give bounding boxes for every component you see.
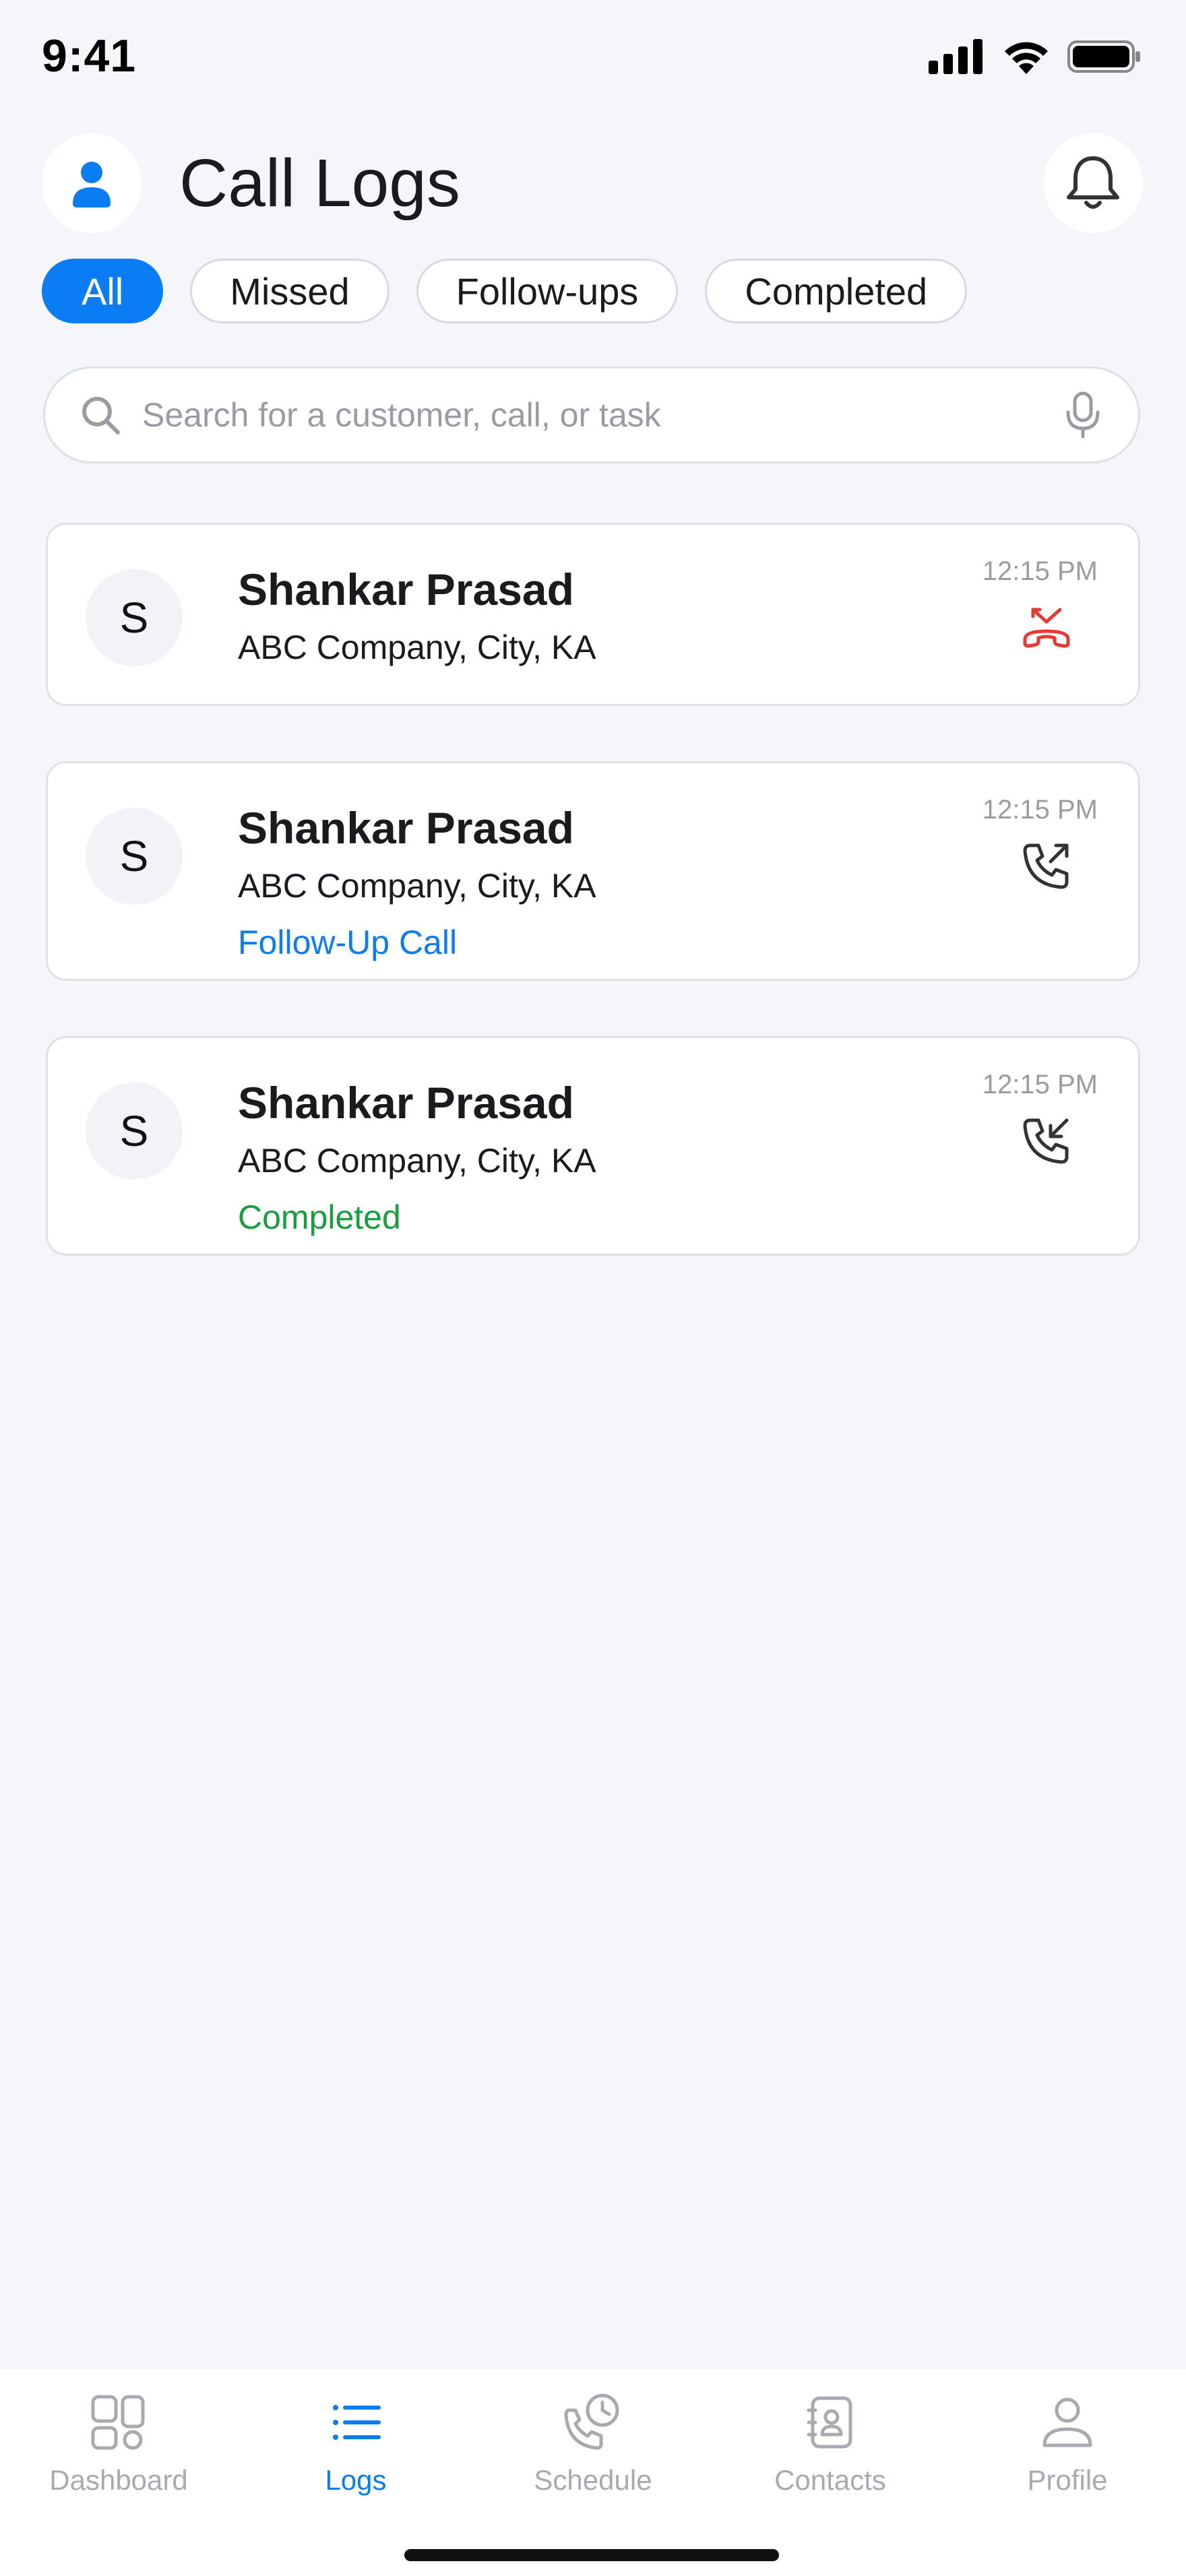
filter-chip-follow-ups[interactable]: Follow-ups [416, 259, 679, 323]
filter-chip-missed[interactable]: Missed [190, 259, 389, 323]
incoming-call-icon [1023, 1118, 1069, 1164]
status-bar: 9:41 [0, 0, 1186, 115]
bell-icon [1067, 156, 1119, 209]
contact-avatar: S [86, 569, 183, 666]
nav-item-contacts[interactable]: Contacts [712, 2370, 949, 2518]
call-time: 12:15 PM [982, 556, 1098, 586]
status-time: 9:41 [42, 30, 137, 82]
notifications-button[interactable] [1043, 133, 1143, 233]
outgoing-call-icon [1023, 843, 1069, 889]
bottom-navigation: Dashboard Logs Schedule Contacts Profile [0, 2370, 1186, 2576]
user-icon [73, 162, 111, 207]
call-time: 12:15 PM [982, 795, 1098, 825]
search-bar [43, 366, 1140, 463]
nav-label: Logs [325, 2464, 387, 2496]
profile-icon [1042, 2397, 1092, 2447]
missed-call-icon [1023, 608, 1070, 648]
cellular-signal-icon [929, 39, 982, 74]
page-title: Call Logs [179, 146, 460, 221]
contacts-icon [807, 2396, 852, 2449]
user-avatar-button[interactable] [42, 133, 142, 233]
nav-label: Schedule [534, 2464, 652, 2496]
call-log-list: S Shankar Prasad ABC Company, City, KA 1… [46, 523, 1140, 1311]
call-log-item[interactable]: S Shankar Prasad ABC Company, City, KA C… [46, 1036, 1140, 1256]
battery-icon [1067, 40, 1140, 73]
call-status-tag: Completed [238, 1198, 401, 1236]
list-icon [333, 2405, 381, 2440]
search-icon [82, 397, 120, 434]
search-input[interactable] [142, 395, 1061, 434]
nav-item-profile[interactable]: Profile [949, 2370, 1186, 2518]
contact-company: ABC Company, City, KA [238, 1142, 596, 1180]
microphone-icon[interactable] [1061, 391, 1104, 439]
nav-label: Contacts [774, 2464, 886, 2496]
filter-chips: All Missed Follow-ups Completed [42, 259, 968, 323]
contact-name: Shankar Prasad [238, 565, 574, 614]
home-indicator [404, 2549, 779, 2561]
contact-avatar: S [86, 808, 183, 905]
nav-label: Profile [1027, 2464, 1108, 2496]
nav-item-dashboard[interactable]: Dashboard [0, 2370, 237, 2518]
filter-chip-completed[interactable]: Completed [705, 259, 968, 323]
call-log-item[interactable]: S Shankar Prasad ABC Company, City, KA F… [46, 761, 1140, 981]
call-log-item[interactable]: S Shankar Prasad ABC Company, City, KA 1… [46, 523, 1140, 706]
nav-item-logs[interactable]: Logs [237, 2370, 474, 2518]
call-status-tag: Follow-Up Call [238, 924, 458, 961]
contact-name: Shankar Prasad [238, 1078, 574, 1128]
contact-company: ABC Company, City, KA [238, 867, 596, 905]
wifi-icon [1005, 42, 1048, 74]
contact-avatar: S [86, 1083, 183, 1180]
status-icons [929, 39, 1142, 74]
dashboard-icon [91, 2395, 145, 2450]
schedule-icon [564, 2393, 619, 2450]
nav-item-schedule[interactable]: Schedule [474, 2370, 712, 2518]
call-time: 12:15 PM [982, 1070, 1098, 1099]
filter-chip-all[interactable]: All [42, 259, 164, 323]
contact-company: ABC Company, City, KA [238, 629, 596, 666]
nav-label: Dashboard [49, 2464, 188, 2496]
contact-name: Shankar Prasad [238, 803, 574, 853]
